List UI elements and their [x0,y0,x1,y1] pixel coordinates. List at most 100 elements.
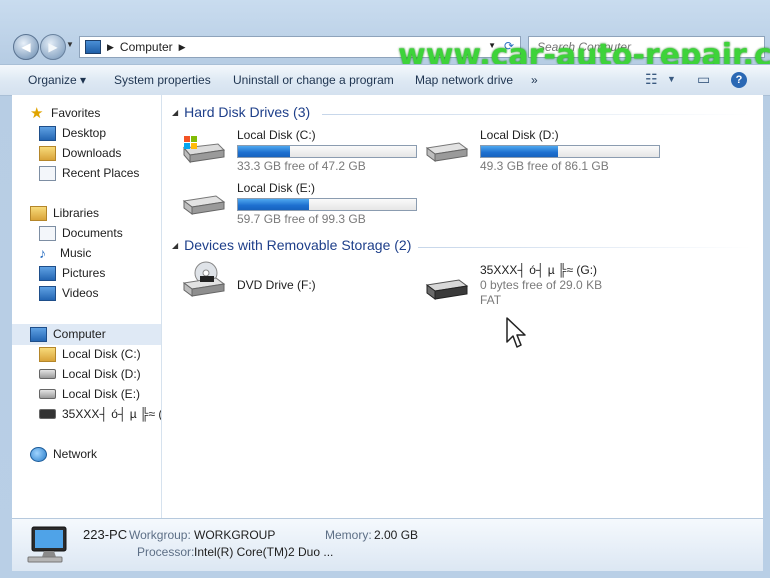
sidebar-item-label: Documents [62,226,123,240]
sidebar-item-label: Network [53,447,98,461]
recent-pages-dropdown[interactable]: ▼ [66,40,74,49]
view-icon: ☷ [645,71,658,87]
computer-icon [85,40,101,54]
sidebar-item-downloads[interactable]: Downloads [39,143,121,163]
drive-tile-c[interactable]: Local Disk (C:) 33.3 GB free of 47.2 GB [180,128,420,178]
chevron-right-icon[interactable]: ▶ [107,42,114,53]
group-divider [322,114,752,115]
documents-icon [39,225,56,241]
sidebar-item-videos[interactable]: Videos [39,283,98,303]
memory-value: 2.00 GB [374,528,419,542]
more-commands-button[interactable]: » [531,73,538,87]
sidebar-item-computer[interactable]: Computer [30,324,106,344]
computer-icon [30,326,47,342]
help-button[interactable]: ? [731,72,747,88]
drive-name: Local Disk (E:) [237,181,316,195]
map-network-drive-button[interactable]: Map network drive [415,73,513,87]
removable-drive-icon [425,279,469,300]
network-icon [30,446,47,462]
drive-name: DVD Drive (F:) [237,278,316,292]
group-header-hard-disk-drives[interactable]: ◢ Hard Disk Drives (3) [172,104,310,120]
drive-free-space: 59.7 GB free of 99.3 GB [237,212,366,226]
group-divider [418,247,752,248]
uninstall-program-button[interactable]: Uninstall or change a program [233,73,394,87]
chevron-right-icon[interactable]: ▶ [179,42,186,53]
sidebar-item-label: 35XXX┤ ó┤ µ ╠≈ (G [62,407,162,421]
sidebar-item-documents[interactable]: Documents [39,223,123,243]
workgroup-value: WORKGROUP [194,528,276,542]
drive-tile-g[interactable]: 35XXX┤ ó┤ µ ╠≈ (G:) 0 bytes free of 29.0… [423,263,663,311]
view-dropdown-button[interactable]: ▼ [667,74,676,84]
back-button[interactable]: ◀ [13,34,39,60]
usage-bar [480,145,660,158]
videos-icon [39,285,56,301]
drive-free-space: 33.3 GB free of 47.2 GB [237,159,366,173]
music-icon: ♪ [39,244,46,261]
sidebar-item-network[interactable]: Network [30,444,97,464]
arrow-left-icon: ◀ [21,40,31,54]
drive-tile-e[interactable]: Local Disk (E:) 59.7 GB free of 99.3 GB [180,181,420,231]
mouse-cursor-icon [506,317,526,348]
sidebar-item-label: Recent Places [62,166,140,180]
windows-drive-icon [183,136,226,164]
sidebar-item-favorites[interactable]: ★ Favorites [30,103,100,123]
sidebar-item-label: Pictures [62,266,106,280]
downloads-folder-icon [39,145,56,161]
sidebar-item-label: Downloads [62,146,122,160]
sidebar-item-label: Computer [53,327,106,341]
workgroup-label: Workgroup: [129,528,191,542]
computer-monitor-icon [27,526,67,563]
pictures-icon [39,265,56,281]
collapse-triangle-icon[interactable]: ◢ [172,108,178,117]
group-header-removable-storage[interactable]: ◢ Devices with Removable Storage (2) [172,237,411,253]
drive-name: Local Disk (D:) [480,128,559,142]
drive-name: 35XXX┤ ó┤ µ ╠≈ (G:) [480,263,598,277]
sidebar-item-label: Music [60,246,92,260]
drive-free-space: 49.3 GB free of 86.1 GB [480,159,609,173]
sidebar-item-label: Local Disk (C:) [62,347,141,361]
drive-free-space: 0 bytes free of 29.0 KB [480,278,603,292]
sidebar-item-label: Local Disk (D:) [62,367,141,381]
usage-bar [237,198,417,211]
hard-drive-icon [425,142,469,162]
usage-bar-fill [238,199,310,210]
sidebar-item-label: Desktop [62,126,107,140]
organize-button[interactable]: Organize ▾ [28,73,86,87]
usage-bar-fill [481,146,558,157]
usage-bar [237,145,417,158]
sidebar-item-desktop[interactable]: Desktop [39,123,106,143]
change-view-button[interactable]: ☷ [645,71,658,88]
sidebar-item-removable-g[interactable]: 35XXX┤ ó┤ µ ╠≈ (G [39,404,162,424]
drive-tile-d[interactable]: Local Disk (D:) 49.3 GB free of 86.1 GB [423,128,663,178]
pc-name: 223-PC [83,527,128,542]
drive-file-system: FAT [480,293,502,307]
drive-tile-f[interactable]: DVD Drive (F:) [180,261,420,315]
collapse-triangle-icon[interactable]: ◢ [172,241,178,250]
navigation-pane: ★ Favorites Desktop Downloads Recent Plac… [12,95,162,518]
sidebar-item-music[interactable]: ♪ Music [39,243,91,263]
content-pane: ◢ Hard Disk Drives (3) Local Disk (C:) 33… [162,95,763,518]
group-header-label: Devices with Removable Storage (2) [184,237,412,253]
command-bar: Organize ▾ System properties Uninstall o… [0,64,770,96]
breadcrumb-computer[interactable]: Computer [120,40,173,54]
drive-name: Local Disk (C:) [237,128,316,142]
removable-drive-icon [39,409,56,419]
windows-drive-icon [39,346,56,362]
sidebar-item-local-disk-d[interactable]: Local Disk (D:) [39,364,141,384]
hard-drive-icon [39,389,56,399]
explorer-window: ◀ ▶ ▼ ▶ Computer ▶ ▼ ⟳ www.car-auto-repa… [0,0,770,578]
forward-button[interactable]: ▶ [40,34,66,60]
sidebar-item-local-disk-e[interactable]: Local Disk (E:) [39,384,140,404]
hard-drive-icon [39,369,56,379]
system-properties-button[interactable]: System properties [114,73,211,87]
sidebar-item-recent-places[interactable]: Recent Places [39,163,139,183]
usage-bar-fill [238,146,290,157]
sidebar-item-libraries[interactable]: Libraries [30,203,99,223]
recent-places-icon [39,165,56,181]
sidebar-item-label: Libraries [53,206,100,220]
libraries-icon [30,205,47,221]
help-icon: ? [735,74,743,86]
preview-pane-button[interactable]: ▭ [697,71,710,88]
sidebar-item-pictures[interactable]: Pictures [39,263,105,283]
sidebar-item-local-disk-c[interactable]: Local Disk (C:) [39,344,141,364]
